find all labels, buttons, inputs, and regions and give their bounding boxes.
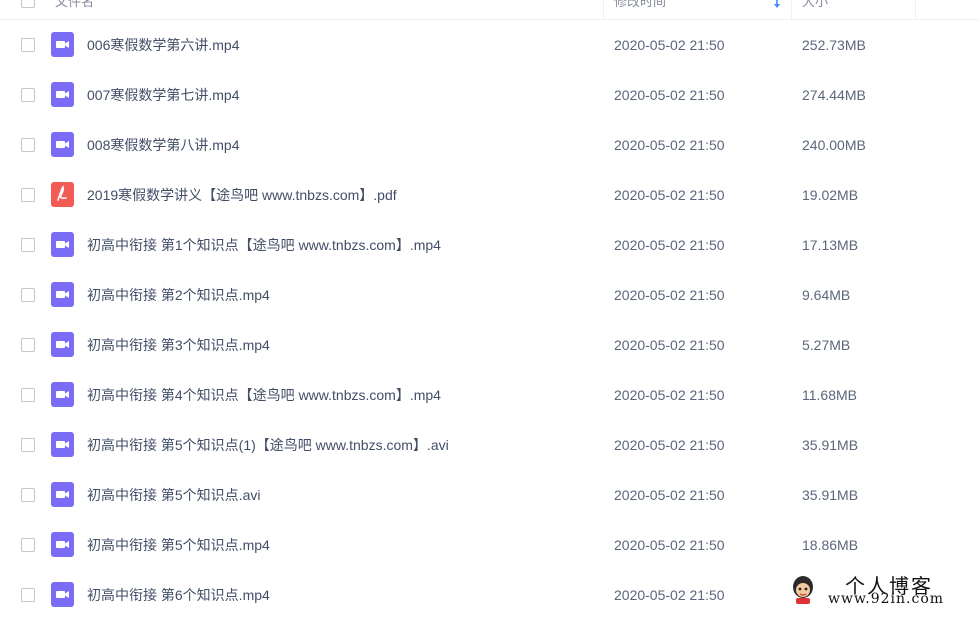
file-row[interactable]: 008寒假数学第八讲.mp4 2020-05-02 21:50 240.00MB [0,120,979,170]
file-row[interactable]: 初高中衔接 第2个知识点.mp4 2020-05-02 21:50 9.64MB [0,270,979,320]
row-checkbox[interactable] [21,538,35,552]
video-file-icon [51,332,74,357]
file-modified-date: 2020-05-02 21:50 [614,87,725,103]
file-row[interactable]: 初高中衔接 第1个知识点【途鸟吧 www.tnbzs.com】.mp4 2020-… [0,220,979,270]
video-file-icon [51,32,74,57]
video-file-icon [51,282,74,307]
video-file-icon [51,132,74,157]
row-checkbox[interactable] [21,438,35,452]
row-checkbox[interactable] [21,288,35,302]
file-row[interactable]: 初高中衔接 第5个知识点.mp4 2020-05-02 21:50 18.86MB [0,520,979,570]
file-name[interactable]: 007寒假数学第七讲.mp4 [87,70,239,120]
file-size: 252.73MB [802,37,866,53]
file-modified-date: 2020-05-02 21:50 [614,187,725,203]
file-row[interactable]: 007寒假数学第七讲.mp4 2020-05-02 21:50 274.44MB [0,70,979,120]
file-name[interactable]: 初高中衔接 第6个知识点.mp4 [87,570,270,620]
file-row[interactable]: 初高中衔接 第4个知识点【途鸟吧 www.tnbzs.com】.mp4 2020-… [0,370,979,420]
file-name[interactable]: 初高中衔接 第4个知识点【途鸟吧 www.tnbzs.com】.mp4 [87,370,441,420]
video-file-icon [51,582,74,607]
file-name[interactable]: 006寒假数学第六讲.mp4 [87,20,239,70]
file-modified-date: 2020-05-02 21:50 [614,437,725,453]
file-size: 240.00MB [802,137,866,153]
header-size[interactable]: 大小 [802,0,828,19]
file-size: 35.91MB [802,437,859,453]
column-divider[interactable] [791,0,792,19]
file-modified-date: 2020-05-02 21:50 [614,37,725,53]
file-list-header: 文件名 修改时间 大小 [0,0,979,20]
file-size: 19.02MB [802,187,859,203]
file-modified-date: 2020-05-02 21:50 [614,287,725,303]
file-row[interactable]: 初高中衔接 第3个知识点.mp4 2020-05-02 21:50 5.27MB [0,320,979,370]
file-size: 9.64MB [802,287,851,303]
file-modified-date: 2020-05-02 21:50 [614,137,725,153]
column-divider[interactable] [603,0,604,19]
row-checkbox[interactable] [21,188,35,202]
file-modified-date: 2020-05-02 21:50 [614,237,725,253]
row-checkbox[interactable] [21,588,35,602]
file-name[interactable]: 008寒假数学第八讲.mp4 [87,120,239,170]
video-file-icon [51,532,74,557]
file-name[interactable]: 初高中衔接 第5个知识点.mp4 [87,520,270,570]
file-size: 35.91MB [802,487,859,503]
file-name[interactable]: 初高中衔接 第3个知识点.mp4 [87,320,270,370]
row-checkbox[interactable] [21,88,35,102]
row-checkbox[interactable] [21,238,35,252]
file-row[interactable]: 初高中衔接 第5个知识点(1)【途鸟吧 www.tnbzs.com】.avi 20… [0,420,979,470]
file-row[interactable]: 006寒假数学第六讲.mp4 2020-05-02 21:50 252.73MB [0,20,979,70]
video-file-icon [51,382,74,407]
row-checkbox[interactable] [21,388,35,402]
file-modified-date: 2020-05-02 21:50 [614,487,725,503]
file-modified-date: 2020-05-02 21:50 [614,337,725,353]
row-checkbox[interactable] [21,338,35,352]
file-size: 17.13MB [802,237,859,253]
video-file-icon [51,432,74,457]
video-file-icon [51,482,74,507]
row-checkbox[interactable] [21,138,35,152]
file-modified-date: 2020-05-02 21:50 [614,537,725,553]
pdf-file-icon [51,182,74,207]
header-name[interactable]: 文件名 [55,0,94,19]
column-divider[interactable] [915,0,916,19]
video-file-icon [51,82,74,107]
video-file-icon [51,232,74,257]
file-name[interactable]: 初高中衔接 第2个知识点.mp4 [87,270,270,320]
file-name[interactable]: 初高中衔接 第5个知识点.avi [87,470,260,520]
sort-desc-icon[interactable] [772,0,782,9]
file-size: 18.86MB [802,537,859,553]
select-all-checkbox[interactable] [21,0,35,8]
watermark-url: www.92in.com [828,591,945,607]
file-modified-date: 2020-05-02 21:50 [614,587,725,603]
file-size: 5.27MB [802,337,851,353]
watermark: 个人博客 www.92in.com [782,567,979,611]
file-size: 274.44MB [802,87,866,103]
mascot-logo-icon [793,576,813,604]
file-name[interactable]: 初高中衔接 第1个知识点【途鸟吧 www.tnbzs.com】.mp4 [87,220,441,270]
file-name[interactable]: 初高中衔接 第5个知识点(1)【途鸟吧 www.tnbzs.com】.avi [87,420,449,470]
file-modified-date: 2020-05-02 21:50 [614,387,725,403]
file-row[interactable]: 初高中衔接 第5个知识点.avi 2020-05-02 21:50 35.91MB [0,470,979,520]
row-checkbox[interactable] [21,38,35,52]
file-row[interactable]: 2019寒假数学讲义【途鸟吧 www.tnbzs.com】.pdf 2020-05… [0,170,979,220]
file-name[interactable]: 2019寒假数学讲义【途鸟吧 www.tnbzs.com】.pdf [87,170,397,220]
header-date[interactable]: 修改时间 [614,0,666,19]
row-checkbox[interactable] [21,488,35,502]
file-size: 11.68MB [802,387,857,403]
